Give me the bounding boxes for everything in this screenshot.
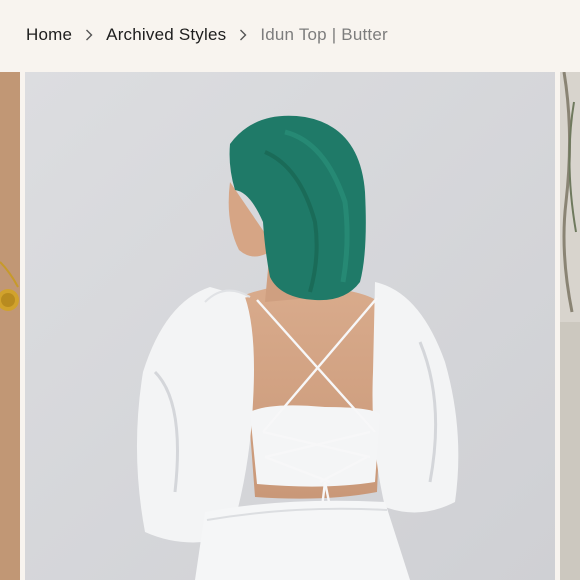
previous-product-image	[0, 72, 20, 580]
breadcrumb-current-page: Idun Top | Butter	[260, 25, 388, 44]
chevron-right-icon	[226, 25, 260, 45]
breadcrumb: Home Archived Styles Idun Top | Butter	[0, 0, 580, 70]
next-product-image	[560, 72, 580, 580]
breadcrumb-archived-styles-link[interactable]: Archived Styles	[106, 25, 226, 45]
product-image-gallery[interactable]	[0, 72, 580, 580]
gallery-slide-main[interactable]	[25, 72, 555, 580]
breadcrumb-home-link[interactable]: Home	[26, 25, 72, 45]
gallery-slide-previous[interactable]	[0, 72, 20, 580]
chevron-right-icon	[72, 25, 106, 45]
main-product-image	[25, 72, 555, 580]
gallery-slide-next[interactable]	[560, 72, 580, 580]
